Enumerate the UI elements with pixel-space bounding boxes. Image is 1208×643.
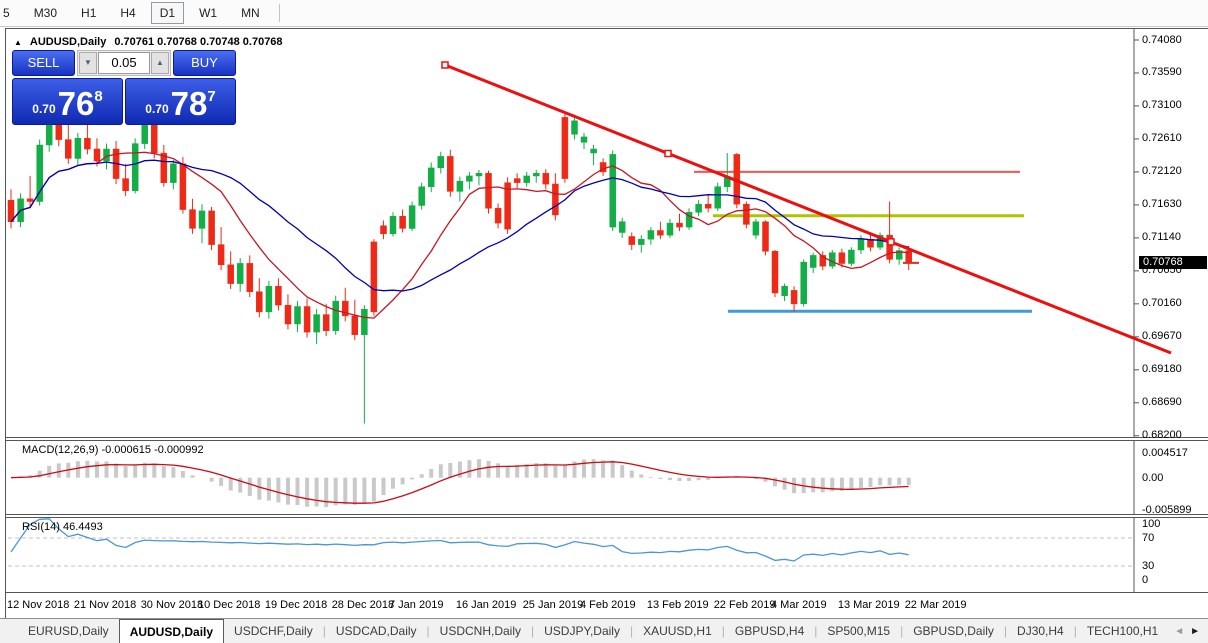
- date-axis-label: 21 Nov 2018: [73, 599, 137, 611]
- macd-axis-tick: 0.004517: [1142, 447, 1188, 459]
- price-axis-tick: 0.72120: [1142, 165, 1182, 178]
- price-axis-tick: 0.74080: [1142, 33, 1182, 46]
- date-axis-label: 13 Mar 2019: [837, 599, 900, 611]
- tab-scroll-left-icon[interactable]: ◄: [1174, 626, 1184, 637]
- price-axis-tick: 0.73590: [1142, 66, 1182, 79]
- buy-price-major: 0.70: [145, 102, 169, 116]
- buy-price-display[interactable]: 0.70 78 7: [125, 78, 236, 125]
- macd-label: MACD(12,26,9) -0.000615 -0.000992: [22, 444, 204, 456]
- tab-eurusd-daily[interactable]: EURUSD,Daily: [18, 619, 119, 643]
- rsi-axis-tick: 30: [1142, 559, 1155, 572]
- rsi-label: RSI(14) 46.4493: [22, 521, 103, 533]
- timeframe-button-h1[interactable]: H1: [72, 2, 105, 24]
- date-axis-label: 22 Feb 2019: [713, 599, 776, 611]
- current-price-tag: 0.70768: [1139, 256, 1207, 269]
- main-chart-pane[interactable]: ▲ AUDUSD,Daily 0.70761 0.70768 0.70748 0…: [6, 28, 1208, 442]
- toolbar-separator: [278, 4, 280, 22]
- tab-gbpusd-daily[interactable]: GBPUSD,Daily: [903, 619, 1004, 643]
- sell-price-display[interactable]: 0.70 76 8: [12, 78, 123, 125]
- price-axis-tick: 0.69180: [1142, 363, 1182, 376]
- price-axis-tick: 0.69670: [1142, 330, 1182, 343]
- date-axis-label: 30 Nov 2018: [140, 599, 204, 611]
- date-axis-label: 28 Dec 2018: [331, 599, 395, 611]
- date-axis-label: 19 Dec 2018: [264, 599, 328, 611]
- volume-stepper: ▼ 0.05 ▲: [77, 50, 171, 76]
- timeframe-button-mn[interactable]: MN: [232, 2, 269, 24]
- price-axis-tick: 0.68690: [1142, 396, 1182, 409]
- price-axis-tick: 0.70160: [1142, 297, 1182, 310]
- timeframe-button-partial[interactable]: 5: [0, 2, 19, 24]
- date-axis-label: 25 Jan 2019: [522, 599, 584, 611]
- rsi-pane[interactable]: RSI(14) 46.4493 100 70 30 0: [6, 517, 1208, 593]
- date-axis[interactable]: 12 Nov 2018 21 Nov 2018 30 Nov 2018 10 Dec …: [6, 594, 1208, 618]
- chart-tab-bar: EURUSD,Daily AUDUSD,Daily USDCHF,Daily | USD…: [0, 618, 1208, 643]
- macd-axis-tick: 0.00: [1142, 472, 1164, 484]
- timeframe-toolbar: 5 M30 H1 H4 D1 W1 MN: [0, 0, 1208, 27]
- timeframe-button-d1[interactable]: D1: [150, 2, 185, 24]
- volume-input[interactable]: 0.05: [98, 52, 150, 74]
- price-axis-tick: 0.71630: [1142, 198, 1182, 211]
- tab-usdjpy-daily[interactable]: USDJPY,Daily: [534, 619, 630, 643]
- tab-sp500-m15[interactable]: SP500,M15: [817, 619, 900, 643]
- collapse-panel-icon[interactable]: ▲: [14, 38, 22, 47]
- tab-dj30-h4[interactable]: DJ30,H4: [1007, 619, 1074, 643]
- tab-scroll-arrows: ◄ ►: [1166, 619, 1208, 643]
- timeframe-button-m30[interactable]: M30: [25, 2, 66, 24]
- price-axis-tick: 0.71140: [1142, 231, 1181, 244]
- timeframe-button-w1[interactable]: W1: [190, 2, 226, 24]
- date-axis-label: 22 Mar 2019: [904, 599, 967, 611]
- date-axis-label: 7 Jan 2019: [389, 599, 444, 611]
- chart-title: ▲ AUDUSD,Daily 0.70761 0.70768 0.70748 0…: [14, 36, 283, 48]
- tab-xauusd-h1[interactable]: XAUUSD,H1: [633, 619, 722, 643]
- date-axis-label: 4 Mar 2019: [771, 599, 827, 611]
- price-axis-tick: 0.68200: [1142, 429, 1182, 442]
- macd-axis-tick: -0.005899: [1142, 504, 1192, 516]
- date-axis-label: 13 Feb 2019: [646, 599, 709, 611]
- one-click-trading-panel: SELL ▼ 0.05 ▲ BUY 0.70 76 8 0.70 78 7: [12, 50, 236, 125]
- date-axis-label: 12 Nov 2018: [7, 599, 70, 611]
- date-axis-label: 4 Feb 2019: [580, 599, 636, 611]
- buy-button[interactable]: BUY: [173, 50, 236, 76]
- date-axis-label: 10 Dec 2018: [198, 599, 261, 611]
- buy-price-pips: 78: [170, 85, 208, 122]
- chart-window[interactable]: ▲ AUDUSD,Daily 0.70761 0.70768 0.70748 0…: [5, 28, 1208, 618]
- sell-price-point: 8: [94, 88, 103, 105]
- tab-usdcad-daily[interactable]: USDCAD,Daily: [326, 619, 427, 643]
- macd-pane[interactable]: MACD(12,26,9) -0.000615 -0.000992 0.0045…: [6, 440, 1208, 516]
- price-axis-tick: 0.72610: [1142, 132, 1182, 145]
- volume-increase-button[interactable]: ▲: [151, 52, 169, 74]
- sell-price-major: 0.70: [32, 102, 56, 116]
- rsi-axis-tick: 70: [1142, 531, 1155, 544]
- buy-price-point: 7: [207, 88, 216, 105]
- rsi-axis-tick: 100: [1142, 518, 1161, 530]
- volume-decrease-button[interactable]: ▼: [79, 52, 97, 74]
- chart-ohlc-values: 0.70761 0.70768 0.70748 0.70768: [114, 36, 283, 48]
- sell-price-pips: 76: [57, 85, 95, 122]
- tab-scroll-right-icon[interactable]: ►: [1190, 626, 1200, 637]
- tab-usdchf-daily[interactable]: USDCHF,Daily: [224, 619, 323, 643]
- tab-gbpusd-h4[interactable]: GBPUSD,H4: [725, 619, 814, 643]
- timeframe-buttons: M30 H1 H4 D1 W1 MN: [22, 2, 272, 24]
- chart-symbol-label: AUDUSD,Daily: [29, 36, 107, 48]
- tab-usdcnh-daily[interactable]: USDCNH,Daily: [430, 619, 531, 643]
- sell-button[interactable]: SELL: [12, 50, 75, 76]
- chart-tabs: EURUSD,Daily AUDUSD,Daily USDCHF,Daily | USD…: [0, 619, 1166, 643]
- tab-audusd-daily[interactable]: AUDUSD,Daily: [118, 619, 225, 643]
- rsi-axis-tick: 0: [1142, 574, 1149, 586]
- date-axis-label: 16 Jan 2019: [455, 599, 517, 611]
- timeframe-button-h4[interactable]: H4: [111, 2, 144, 24]
- tab-tech100-h1[interactable]: TECH100,H1: [1077, 619, 1166, 643]
- price-axis-tick: 0.73100: [1142, 99, 1182, 112]
